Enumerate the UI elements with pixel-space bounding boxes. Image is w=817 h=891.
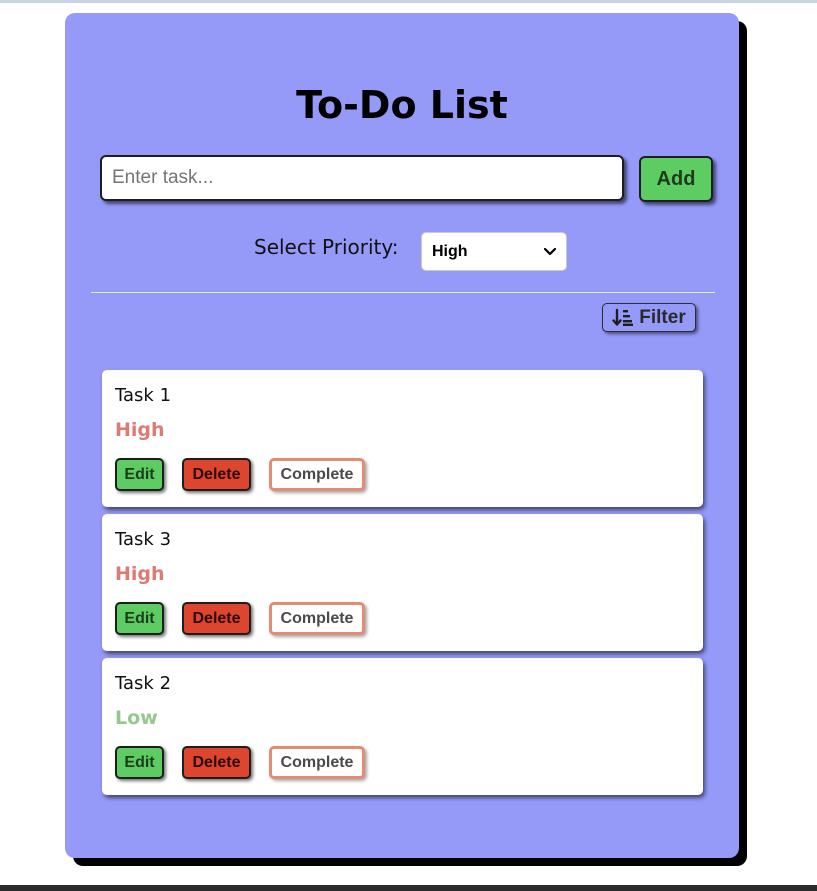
task-name: Task 2 [115, 673, 172, 694]
task-item: Task 1 High Edit Delete Complete [102, 370, 703, 507]
complete-button[interactable]: Complete [269, 602, 365, 635]
priority-label: Select Priority: [254, 235, 399, 259]
page-title: To-Do List [296, 83, 508, 127]
chevron-down-icon [544, 247, 556, 255]
task-priority: Low [115, 707, 158, 729]
todo-card: To-Do List Add Select Priority: High Fil… [65, 13, 739, 858]
browser-bottom-edge [0, 885, 817, 891]
task-name: Task 1 [115, 385, 172, 406]
filter-button[interactable]: Filter [602, 303, 696, 332]
task-priority: High [115, 563, 165, 585]
delete-button[interactable]: Delete [182, 458, 251, 491]
filter-label: Filter [639, 306, 686, 328]
task-name: Task 3 [115, 529, 172, 550]
task-item: Task 2 Low Edit Delete Complete [102, 658, 703, 795]
edit-button[interactable]: Edit [115, 458, 164, 491]
priority-selected-value: High [432, 242, 468, 260]
complete-button[interactable]: Complete [269, 746, 365, 779]
delete-button[interactable]: Delete [182, 746, 251, 779]
sort-descending-icon [612, 308, 634, 326]
delete-button[interactable]: Delete [182, 602, 251, 635]
complete-button[interactable]: Complete [269, 458, 365, 491]
browser-top-edge [0, 0, 817, 3]
divider [91, 292, 715, 293]
edit-button[interactable]: Edit [115, 746, 164, 779]
priority-select[interactable]: High [421, 232, 567, 271]
task-item: Task 3 High Edit Delete Complete [102, 514, 703, 651]
edit-button[interactable]: Edit [115, 602, 164, 635]
task-priority: High [115, 419, 165, 441]
add-button[interactable]: Add [639, 156, 713, 202]
task-input[interactable] [100, 155, 624, 201]
